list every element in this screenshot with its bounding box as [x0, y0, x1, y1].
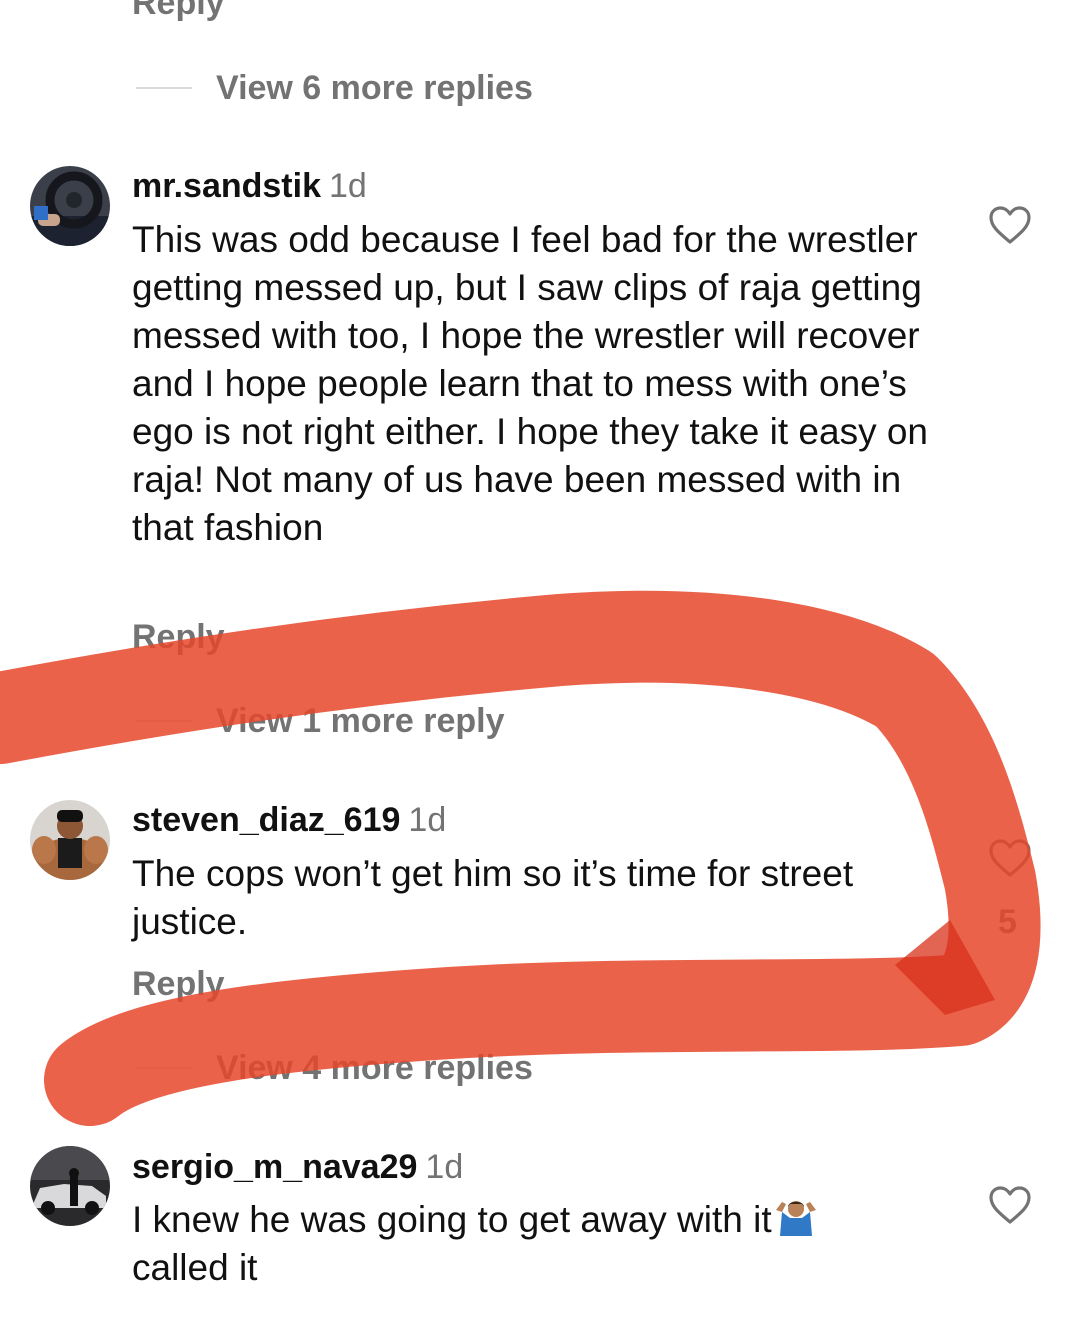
- steering-wheel-photo: [30, 166, 110, 246]
- comment-text: I knew he was going to get away with it …: [132, 1196, 962, 1292]
- timestamp: 1d: [425, 1148, 464, 1186]
- view-more-replies-button[interactable]: View 1 more reply: [136, 701, 636, 741]
- person-shrugging-emoji: [772, 1196, 820, 1236]
- comment-header: mr.sandstik 1d: [132, 166, 367, 206]
- view-replies-label: View 6 more replies: [216, 69, 533, 107]
- view-more-replies-button[interactable]: View 6 more replies: [136, 68, 636, 108]
- comment-text: The cops won’t get him so it’s time for …: [132, 853, 854, 942]
- heart-icon: [989, 206, 1031, 244]
- comment-header: steven_diaz_619 1d: [132, 800, 446, 840]
- avatar[interactable]: [30, 1146, 110, 1226]
- thread-divider: [136, 720, 192, 722]
- car-photo: [30, 1146, 110, 1226]
- thread-divider: [136, 1067, 192, 1069]
- username[interactable]: steven_diaz_619: [132, 801, 400, 839]
- comment-text-line1: I knew he was going to get away with it: [132, 1199, 772, 1240]
- username[interactable]: sergio_m_nava29: [132, 1148, 417, 1186]
- reply-button[interactable]: Reply: [132, 967, 225, 1001]
- avatar[interactable]: [30, 800, 110, 880]
- heart-icon: [989, 1186, 1031, 1224]
- view-replies-label: View 1 more reply: [216, 702, 505, 740]
- view-more-replies-button[interactable]: View 4 more replies: [136, 1048, 636, 1088]
- avatar[interactable]: [30, 166, 110, 246]
- thread-divider: [136, 87, 192, 89]
- timestamp: 1d: [408, 801, 447, 839]
- like-count[interactable]: 5: [998, 903, 1017, 942]
- timestamp: 1d: [328, 167, 367, 205]
- heart-icon: [989, 839, 1031, 877]
- reply-button[interactable]: Reply: [132, 620, 225, 654]
- previous-reply-button[interactable]: Reply: [132, 0, 225, 20]
- comment-header: sergio_m_nava29 1d: [132, 1147, 463, 1187]
- like-button[interactable]: [988, 1185, 1032, 1225]
- view-replies-label: View 4 more replies: [216, 1049, 533, 1087]
- like-button[interactable]: [988, 205, 1032, 245]
- like-button[interactable]: [988, 838, 1032, 878]
- username[interactable]: mr.sandstik: [132, 167, 321, 205]
- shrug-icon: [775, 1201, 816, 1236]
- comment-text-line2: called it: [132, 1247, 258, 1288]
- comment-text: This was odd because I feel bad for the …: [132, 219, 929, 548]
- bodybuilder-photo: [30, 800, 110, 880]
